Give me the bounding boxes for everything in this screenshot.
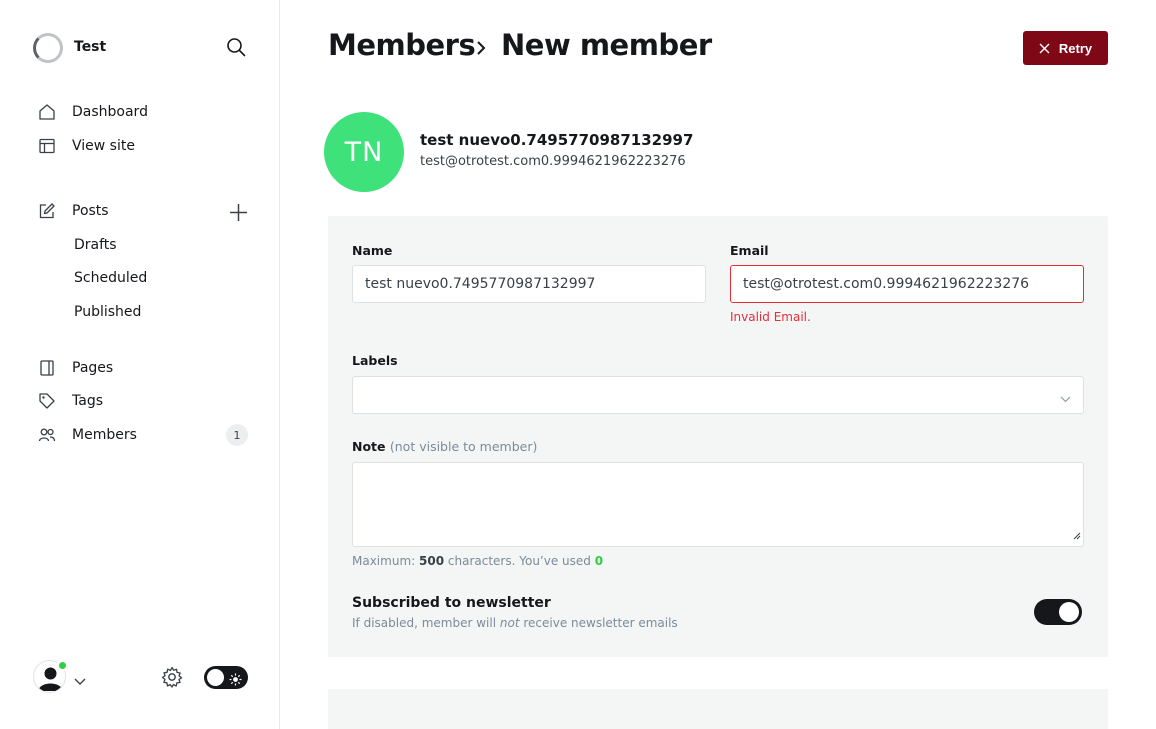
chevron-down-icon — [1060, 391, 1071, 407]
page-title: New member — [501, 28, 712, 62]
close-icon — [1039, 43, 1050, 53]
sidebar-item-members[interactable]: Members — [38, 426, 137, 444]
member-avatar: TN — [324, 112, 404, 192]
email-error-message: Invalid Email. — [730, 310, 811, 324]
edit-icon — [39, 203, 55, 219]
note-label-text: Note — [352, 439, 386, 454]
search-icon[interactable] — [226, 37, 246, 61]
secondary-card — [328, 689, 1108, 729]
newsletter-toggle[interactable] — [1034, 599, 1082, 625]
labels-select[interactable] — [352, 376, 1084, 414]
toggle-knob — [1059, 602, 1079, 622]
site-logo[interactable] — [33, 33, 63, 63]
sidebar-item-label: Members — [72, 427, 137, 443]
email-label: Email — [730, 243, 769, 258]
sidebar-item-tags[interactable]: Tags — [38, 392, 103, 410]
layout-icon — [39, 138, 55, 154]
sidebar: Test Dashboard View site Posts Drafts Sc… — [0, 0, 280, 729]
theme-toggle[interactable] — [204, 666, 248, 689]
sidebar-item-posts[interactable]: Posts — [38, 202, 109, 220]
hint-max: 500 — [419, 554, 445, 568]
resize-grip-icon[interactable] — [1073, 525, 1081, 544]
email-input[interactable]: test@otrotest.com0.9994621962223276 — [730, 265, 1084, 303]
sidebar-item-drafts[interactable]: Drafts — [74, 237, 117, 253]
member-name: test nuevo0.7495770987132997 — [420, 131, 694, 149]
breadcrumb-members-link[interactable]: Members — [328, 28, 476, 62]
sidebar-item-label: View site — [72, 138, 135, 154]
sidebar-item-dashboard[interactable]: Dashboard — [38, 103, 148, 121]
newsletter-title: Subscribed to newsletter — [352, 595, 551, 611]
newsletter-desc-1: If disabled, member will — [352, 616, 497, 630]
retry-button[interactable]: Retry — [1023, 31, 1108, 65]
sidebar-item-pages[interactable]: Pages — [38, 359, 113, 377]
retry-label: Retry — [1058, 40, 1093, 56]
hint-used: 0 — [594, 554, 604, 568]
sidebar-item-published[interactable]: Published — [74, 304, 141, 320]
newsletter-desc-2: receive newsletter emails — [523, 616, 678, 630]
labels-label: Labels — [352, 353, 398, 368]
sun-icon — [229, 671, 242, 690]
chevron-right-icon — [474, 39, 488, 61]
sidebar-item-label: Dashboard — [72, 104, 148, 120]
newsletter-desc-em: not — [499, 616, 520, 630]
hint-mid: characters. You’ve used — [447, 554, 591, 568]
home-icon — [39, 104, 55, 120]
sidebar-item-label: Posts — [72, 203, 109, 219]
chevron-down-icon[interactable] — [74, 671, 86, 690]
hint-prefix: Maximum: — [352, 554, 416, 568]
toggle-knob — [207, 669, 224, 686]
note-textarea[interactable] — [352, 462, 1084, 547]
note-character-hint: Maximum: 500 characters. You’ve used 0 — [352, 554, 603, 568]
member-email: test@otrotest.com0.9994621962223276 — [420, 154, 686, 169]
sidebar-item-view-site[interactable]: View site — [38, 137, 135, 155]
site-title[interactable]: Test — [74, 39, 106, 55]
new-post-plus-icon[interactable] — [229, 203, 248, 226]
note-label: Note (not visible to member) — [352, 439, 537, 454]
members-count-badge: 1 — [226, 424, 248, 446]
sidebar-item-scheduled[interactable]: Scheduled — [74, 270, 147, 286]
name-label: Name — [352, 243, 393, 258]
name-input-value: test nuevo0.7495770987132997 — [365, 276, 596, 292]
page-icon — [40, 360, 54, 376]
online-status-dot — [57, 660, 68, 671]
newsletter-description: If disabled, member will not receive new… — [352, 616, 678, 630]
sidebar-item-label: Pages — [72, 360, 114, 376]
tag-icon — [39, 393, 55, 409]
email-input-value: test@otrotest.com0.9994621962223276 — [743, 276, 1030, 292]
members-icon — [38, 428, 56, 442]
sidebar-item-label: Tags — [72, 393, 103, 409]
name-input[interactable]: test nuevo0.7495770987132997 — [352, 265, 706, 303]
note-label-muted: (not visible to member) — [389, 439, 538, 454]
gear-icon[interactable] — [161, 666, 183, 692]
